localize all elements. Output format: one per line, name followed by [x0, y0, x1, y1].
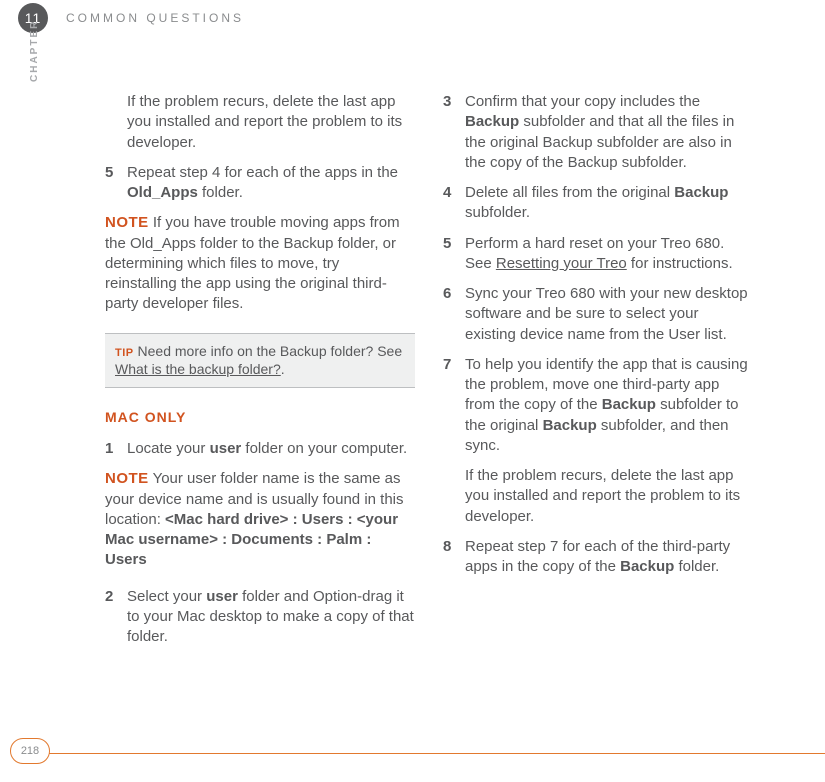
text-bold: Backup — [674, 184, 728, 201]
step-3: 3 Confirm that your copy includes the Ba… — [443, 92, 753, 173]
step-8: 8 Repeat step 7 for each of the third-pa… — [443, 537, 753, 578]
text: for instructions. — [627, 255, 733, 272]
page: 11 COMMON QUESTIONS CHAPTER If the probl… — [0, 0, 825, 782]
link-resetting-treo[interactable]: Resetting your Treo — [496, 255, 627, 272]
step-number: 3 — [443, 92, 465, 173]
text: Confirm that your copy includes the — [465, 93, 700, 110]
body-text: If the problem recurs, delete the last a… — [127, 92, 415, 153]
chapter-sidelabel: CHAPTER — [28, 20, 42, 82]
note-block: NOTE Your user folder name is the same a… — [105, 469, 415, 570]
step-number: 4 — [443, 183, 465, 224]
page-number: 218 — [10, 738, 50, 764]
text: subfolder. — [465, 204, 530, 221]
text: folder. — [198, 184, 243, 201]
step-body: Delete all files from the original Backu… — [465, 183, 753, 224]
step-5: 5 Perform a hard reset on your Treo 680.… — [443, 234, 753, 275]
text-bold: Backup — [620, 558, 674, 575]
step-2: 2 Select your user folder and Option-dra… — [105, 587, 415, 648]
note-text: If you have trouble moving apps from the… — [105, 214, 400, 312]
step-6: 6 Sync your Treo 680 with your new deskt… — [443, 284, 753, 345]
footer-divider — [40, 753, 825, 754]
text-bold: user — [206, 588, 238, 605]
step-number: 7 — [443, 355, 465, 456]
step-number: 1 — [105, 439, 127, 459]
text-bold: Backup — [602, 396, 656, 413]
text: folder on your computer. — [241, 440, 407, 457]
step-7: 7 To help you identify the app that is c… — [443, 355, 753, 456]
tip-box: TIP Need more info on the Backup folder?… — [105, 333, 415, 389]
text: folder. — [674, 558, 719, 575]
step-body: Select your user folder and Option-drag … — [127, 587, 415, 648]
step-body: Repeat step 4 for each of the apps in th… — [127, 163, 415, 204]
body-text: If the problem recurs, delete the last a… — [465, 466, 753, 527]
step-body: Repeat step 7 for each of the third-part… — [465, 537, 753, 578]
step-body: To help you identify the app that is cau… — [465, 355, 753, 456]
column-left: If the problem recurs, delete the last a… — [105, 92, 415, 657]
step-5: 5 Repeat step 4 for each of the apps in … — [105, 163, 415, 204]
text-bold: user — [210, 440, 242, 457]
step-number: 8 — [443, 537, 465, 578]
step-body: Confirm that your copy includes the Back… — [465, 92, 753, 173]
step-number: 5 — [443, 234, 465, 275]
text-bold: Backup — [543, 417, 597, 434]
step-body: Locate your user folder on your computer… — [127, 439, 415, 459]
step-number: 2 — [105, 587, 127, 648]
step-number: 6 — [443, 284, 465, 345]
text-bold: Backup — [465, 113, 519, 130]
note-label: NOTE — [105, 470, 149, 487]
subheading-mac-only: MAC ONLY — [105, 408, 415, 427]
tip-text: . — [281, 361, 285, 377]
note-block: NOTE If you have trouble moving apps fro… — [105, 213, 415, 314]
text-bold: Old_Apps — [127, 184, 198, 201]
text: Select your — [127, 588, 206, 605]
step-body: Sync your Treo 680 with your new desktop… — [465, 284, 753, 345]
step-number: 5 — [105, 163, 127, 204]
tip-link[interactable]: What is the backup folder? — [115, 361, 281, 377]
tip-label: TIP — [115, 347, 134, 359]
tip-text: Need more info on the Backup folder? See — [134, 343, 403, 359]
text: Repeat step 4 for each of the apps in th… — [127, 164, 398, 181]
note-label: NOTE — [105, 214, 149, 231]
column-right: 3 Confirm that your copy includes the Ba… — [443, 92, 753, 587]
step-4: 4 Delete all files from the original Bac… — [443, 183, 753, 224]
step-1: 1 Locate your user folder on your comput… — [105, 439, 415, 459]
step-body: Perform a hard reset on your Treo 680. S… — [465, 234, 753, 275]
text: Locate your — [127, 440, 210, 457]
text: Delete all files from the original — [465, 184, 674, 201]
section-title: COMMON QUESTIONS — [66, 10, 244, 26]
